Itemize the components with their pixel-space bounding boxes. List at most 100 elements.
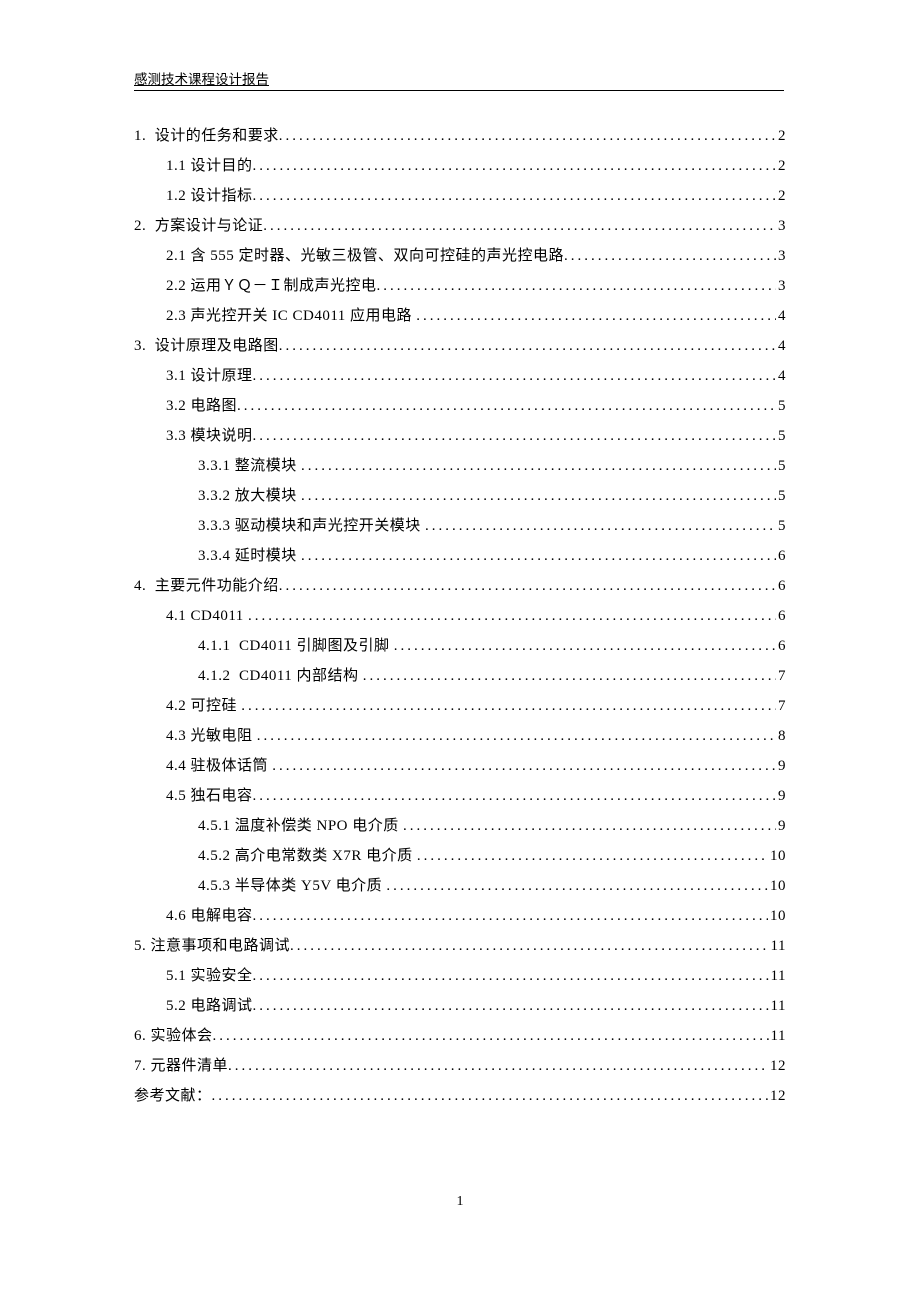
toc-label: 3.3.1 整流模块 xyxy=(198,451,301,481)
toc-label: 3.3 模块说明 xyxy=(166,421,253,451)
toc-entry[interactable]: 5. 注意事项和电路调试11 xyxy=(134,931,786,961)
toc-entry[interactable]: 4.5.1 温度补偿类 NPO 电介质 9 xyxy=(134,811,786,841)
toc-entry[interactable]: 4.1 CD4011 6 xyxy=(134,601,786,631)
toc-label: 4. 主要元件功能介绍 xyxy=(134,571,279,601)
toc-entry[interactable]: 3.3.1 整流模块 5 xyxy=(134,451,786,481)
toc-page: 5 xyxy=(776,511,786,541)
toc-leader xyxy=(417,841,768,871)
toc-label: 6. 实验体会 xyxy=(134,1021,213,1051)
toc-entry[interactable]: 1.2 设计指标2 xyxy=(134,181,786,211)
toc-leader xyxy=(253,781,776,811)
toc-page: 3 xyxy=(776,211,786,241)
page-number: 1 xyxy=(0,1194,920,1210)
toc-leader xyxy=(290,931,769,961)
toc-label: 1. 设计的任务和要求 xyxy=(134,121,279,151)
toc-leader xyxy=(394,631,776,661)
toc-label: 7. 元器件清单 xyxy=(134,1051,228,1081)
toc-page: 5 xyxy=(776,391,786,421)
toc-entry[interactable]: 2.2 运用ＹＱ－Ｉ制成声光控电3 xyxy=(134,271,786,301)
toc-page: 4 xyxy=(776,331,786,361)
toc-entry[interactable]: 2. 方案设计与论证 3 xyxy=(134,211,786,241)
toc-label: 3.3.2 放大模块 xyxy=(198,481,301,511)
toc-label: 3.2 电路图 xyxy=(166,391,237,421)
toc-entry[interactable]: 4.5.2 高介电常数类 X7R 电介质 10 xyxy=(134,841,786,871)
toc-entry[interactable]: 3.2 电路图 5 xyxy=(134,391,786,421)
toc-entry[interactable]: 4.1.1 CD4011 引脚图及引脚 6 xyxy=(134,631,786,661)
toc-entry[interactable]: 4.3 光敏电阻 8 xyxy=(134,721,786,751)
toc-leader xyxy=(253,151,776,181)
toc-entry[interactable]: 1. 设计的任务和要求2 xyxy=(134,121,786,151)
toc-entry[interactable]: 3.3.3 驱动模块和声光控开关模块 5 xyxy=(134,511,786,541)
toc-label: 1.1 设计目的 xyxy=(166,151,253,181)
toc-page: 6 xyxy=(776,571,786,601)
toc-leader xyxy=(279,121,776,151)
toc-leader xyxy=(425,511,776,541)
toc-page: 7 xyxy=(776,691,786,721)
toc-page: 11 xyxy=(769,991,786,1021)
toc-label: 5.1 实验安全 xyxy=(166,961,253,991)
toc-entry[interactable]: 参考文献：12 xyxy=(134,1081,786,1111)
toc-leader xyxy=(279,571,776,601)
toc-entry[interactable]: 5.2 电路调试 11 xyxy=(134,991,786,1021)
toc-leader xyxy=(253,991,769,1021)
toc-entry[interactable]: 3.3 模块说明 5 xyxy=(134,421,786,451)
toc-entry[interactable]: 4.5 独石电容9 xyxy=(134,781,786,811)
toc-page: 9 xyxy=(776,811,786,841)
toc-label: 2.3 声光控开关 IC CD4011 应用电路 xyxy=(166,301,416,331)
toc-label: 4.2 可控硅 xyxy=(166,691,241,721)
toc-entry[interactable]: 3.3.2 放大模块 5 xyxy=(134,481,786,511)
toc-entry[interactable]: 5.1 实验安全 11 xyxy=(134,961,786,991)
toc-leader xyxy=(253,181,776,211)
toc-entry[interactable]: 7. 元器件清单 12 xyxy=(134,1051,786,1081)
toc-page: 6 xyxy=(776,601,786,631)
toc-leader xyxy=(248,601,776,631)
toc-label: 4.3 光敏电阻 xyxy=(166,721,257,751)
toc-leader xyxy=(403,811,776,841)
toc-entry[interactable]: 6. 实验体会 11 xyxy=(134,1021,786,1051)
toc-label: 3.1 设计原理 xyxy=(166,361,253,391)
toc-label: 4.1.1 CD4011 引脚图及引脚 xyxy=(198,631,394,661)
toc-label: 5.2 电路调试 xyxy=(166,991,253,1021)
toc-leader xyxy=(253,361,776,391)
toc-label: 4.5.3 半导体类 Y5V 电介质 xyxy=(198,871,386,901)
toc-label: 4.1 CD4011 xyxy=(166,601,248,631)
toc-entry[interactable]: 4. 主要元件功能介绍 6 xyxy=(134,571,786,601)
toc-entry[interactable]: 1.1 设计目的2 xyxy=(134,151,786,181)
toc-entry[interactable]: 2.3 声光控开关 IC CD4011 应用电路 4 xyxy=(134,301,786,331)
toc-page: 11 xyxy=(769,961,786,991)
toc-entry[interactable]: 4.6 电解电容10 xyxy=(134,901,786,931)
toc-label: 4.5.2 高介电常数类 X7R 电介质 xyxy=(198,841,417,871)
toc-label: 5. 注意事项和电路调试 xyxy=(134,931,290,961)
toc-page: 11 xyxy=(769,1021,786,1051)
toc-entry[interactable]: 3. 设计原理及电路图 4 xyxy=(134,331,786,361)
toc-page: 7 xyxy=(776,661,786,691)
toc-page: 12 xyxy=(768,1051,786,1081)
toc-leader xyxy=(301,541,776,571)
toc-leader xyxy=(237,391,776,421)
toc-label: 3. 设计原理及电路图 xyxy=(134,331,279,361)
toc-page: 2 xyxy=(776,181,786,211)
toc-leader xyxy=(279,331,776,361)
toc-label: 4.4 驻极体话筒 xyxy=(166,751,272,781)
toc-leader xyxy=(363,661,776,691)
toc-leader xyxy=(416,301,776,331)
header-title: 感测技术课程设计报告 xyxy=(134,68,269,90)
toc-entry[interactable]: 4.2 可控硅 7 xyxy=(134,691,786,721)
toc-page: 9 xyxy=(776,751,786,781)
toc-entry[interactable]: 4.5.3 半导体类 Y5V 电介质 10 xyxy=(134,871,786,901)
toc-leader xyxy=(301,451,776,481)
toc-entry[interactable]: 4.1.2 CD4011 内部结构 7 xyxy=(134,661,786,691)
toc-entry[interactable]: 3.1 设计原理4 xyxy=(134,361,786,391)
toc-label: 2. 方案设计与论证 xyxy=(134,211,263,241)
toc-entry[interactable]: 4.4 驻极体话筒 9 xyxy=(134,751,786,781)
toc-page: 10 xyxy=(768,841,786,871)
toc-leader xyxy=(257,721,776,751)
toc-entry[interactable]: 3.3.4 延时模块 6 xyxy=(134,541,786,571)
page-header: 感测技术课程设计报告 xyxy=(134,68,784,91)
toc-entry[interactable]: 2.1 含 555 定时器、光敏三极管、双向可控硅的声光控电路3 xyxy=(134,241,786,271)
document-page: 感测技术课程设计报告 1. 设计的任务和要求21.1 设计目的21.2 设计指标… xyxy=(0,0,920,1111)
toc-leader xyxy=(253,901,768,931)
toc-leader xyxy=(301,481,776,511)
toc-leader xyxy=(253,961,769,991)
toc-page: 5 xyxy=(776,421,786,451)
